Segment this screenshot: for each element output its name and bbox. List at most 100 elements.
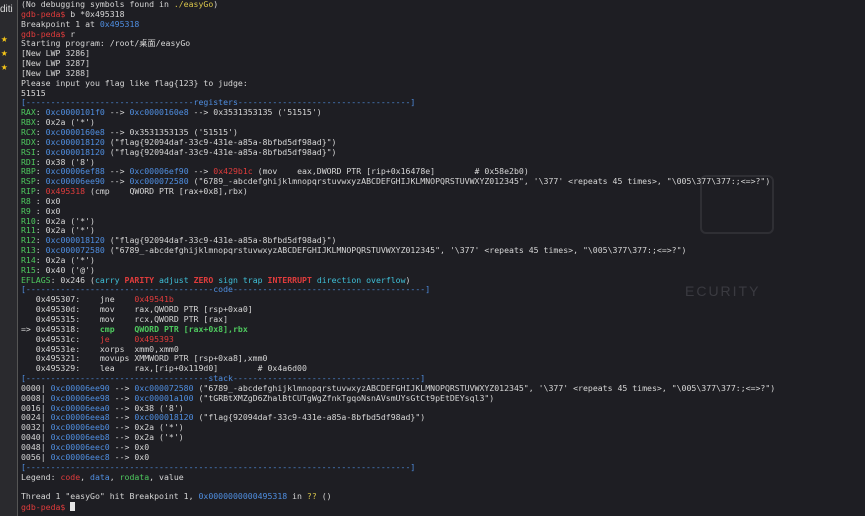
log-line: Please input you flag like flag{123} to … xyxy=(21,78,865,89)
terminal-text: gdb-peda$ xyxy=(21,8,66,19)
terminal-text: 0xc000072580 xyxy=(129,176,189,187)
terminal-text: (cmp QWORD PTR [rax+0x8],rbx) xyxy=(85,186,248,197)
terminal-text: 0048| xyxy=(21,441,51,452)
terminal-text: gdb-peda$ xyxy=(21,28,66,39)
terminal-text: EFLAGS xyxy=(21,274,51,285)
register-line: RIP: 0x495318 (cmp QWORD PTR [rax+0x8],r… xyxy=(21,186,865,197)
register-line: RSI: 0xc000018120 ("flag{92094daf-33c9-4… xyxy=(21,146,865,158)
terminal-text: [New LWP 3288] xyxy=(21,67,91,78)
prompt-line: gdb-peda$ xyxy=(21,502,865,512)
terminal-text: 0x495393 xyxy=(134,333,174,344)
terminal-text: [-------------------------------------- xyxy=(21,284,214,295)
terminal-text: 0000| xyxy=(21,382,51,393)
terminal-text: 0xc0000101f0 xyxy=(45,107,105,118)
terminal-text: r xyxy=(65,28,76,39)
terminal-text: ("flag{92094daf-33c9-431e-a85a-8bfbd5df9… xyxy=(104,136,337,147)
terminal-text: : xyxy=(35,166,46,177)
terminal-text: : xyxy=(35,176,46,187)
terminal-text: code xyxy=(213,284,233,295)
terminal-text: RCX xyxy=(21,126,36,137)
terminal-text: RSP xyxy=(21,176,36,187)
terminal-output[interactable]: (No debugging symbols found in ./easyGo)… xyxy=(21,0,865,516)
terminal-text: 0xc000018120 xyxy=(45,136,105,147)
terminal-text: --> xyxy=(109,392,135,403)
terminal-text: ./easyGo xyxy=(173,0,214,9)
terminal-text: : xyxy=(35,186,46,197)
terminal-text: ("tGRBtXMZgD6ZhalBtCUTgWgZfnkTgqoNsnAVsm… xyxy=(193,392,495,403)
terminal-text: : 0x2a ('*') xyxy=(35,225,95,236)
terminal-text: [New LWP 3286] xyxy=(21,48,91,59)
prompt-line: gdb-peda$ b *0x495318 xyxy=(21,8,865,20)
terminal-text: : xyxy=(35,107,46,118)
terminal-text: --> 0x0 xyxy=(109,451,150,462)
terminal-text: --> 0x0 xyxy=(109,441,150,452)
terminal-text: 0032| xyxy=(21,422,51,433)
terminal-text: cmp QWORD PTR [rax+0x8],rbx xyxy=(99,323,248,334)
register-line: R10: 0x2a ('*') xyxy=(21,215,865,227)
terminal-text: : 0x246 ( xyxy=(50,274,95,285)
terminal-text: 0xc0000160e8 xyxy=(129,107,189,118)
terminal-text: sign trap xyxy=(218,274,268,285)
terminal-text: ) xyxy=(213,0,219,9)
terminal-text: Thread 1 "easyGo" hit Breakpoint 1, xyxy=(21,491,199,502)
terminal-text: R8 xyxy=(21,195,31,206)
terminal-text: : 0x2a ('*') xyxy=(35,215,95,226)
terminal-text: 0x495318 xyxy=(45,186,86,197)
terminal-text: 0040| xyxy=(21,432,51,443)
divider xyxy=(17,0,18,516)
terminal-text: Legend: xyxy=(21,471,61,482)
terminal-text: 0x495307: jne xyxy=(21,294,135,305)
terminal-text: RBP xyxy=(21,166,36,177)
star-icon[interactable]: ★ xyxy=(1,60,8,73)
terminal-text: --------------------------------------] xyxy=(232,373,426,384)
terminal-text: 0x49531e: xorps xmm0,xmm0 xyxy=(21,343,179,354)
terminal-text: 0xc00006eec8 xyxy=(50,451,110,462)
terminal-text: => 0x495318: xyxy=(21,323,100,334)
terminal-text: 0xc00006ef90 xyxy=(129,166,189,177)
terminal-text: 0xc000072580 xyxy=(134,382,194,393)
terminal-text: RIP xyxy=(21,186,36,197)
terminal-text: Starting program: /root/桌面/easyGo xyxy=(21,38,191,49)
terminal-text: ---------------------------------------] xyxy=(232,284,431,295)
terminal-text: -----------------------------------] xyxy=(237,97,416,108)
terminal-text: 0x429b1c xyxy=(213,166,253,177)
terminal-text: RAX xyxy=(21,107,36,118)
star-icon[interactable]: ★ xyxy=(1,46,8,59)
terminal-text: : xyxy=(35,245,46,256)
terminal-text: R15 xyxy=(21,264,36,275)
terminal-text: R13 xyxy=(21,245,36,256)
terminal-text: RBX xyxy=(21,117,36,128)
terminal-text: 0xc000018120 xyxy=(45,235,105,246)
terminal-text: 0xc000018120 xyxy=(45,146,105,157)
terminal-text: --> xyxy=(109,382,135,393)
log-line: [New LWP 3287] xyxy=(21,58,865,69)
terminal-text: ZERO xyxy=(193,274,219,285)
register-line: R13: 0xc000072580 ("6789_-abcdefghijklmn… xyxy=(21,245,865,256)
terminal-text: ?? xyxy=(306,491,317,502)
terminal-text: --> 0x38 ('8') xyxy=(109,402,184,413)
terminal-text: --> xyxy=(104,166,130,177)
register-line: R9 : 0x0 xyxy=(21,206,865,217)
cursor[interactable] xyxy=(70,502,76,512)
terminal-text: (mov eax,DWORD PTR [rip+0x16478e] # 0x58… xyxy=(252,166,529,177)
terminal-text: 51515 xyxy=(21,87,46,98)
terminal-text: 0xc00006eeb0 xyxy=(50,422,110,433)
terminal-text: R14 xyxy=(21,254,36,265)
terminal-text: , xyxy=(109,471,120,482)
terminal-text: [New LWP 3287] xyxy=(21,58,91,69)
terminal-text: ("6789_-abcdefghijklmnopqrstuvwxyzABCDEF… xyxy=(104,245,687,256)
terminal-text: 0008| xyxy=(21,392,51,403)
star-icon[interactable]: ★ xyxy=(1,32,8,45)
sidebar-cut-text: diti xyxy=(0,4,13,15)
terminal-text: ("6789_-abcdefghijklmnopqrstuvwxyzABCDEF… xyxy=(193,382,776,393)
terminal-text: , xyxy=(80,471,91,482)
terminal-text: : xyxy=(35,126,46,137)
terminal-text: ("flag{92094daf-33c9-431e-a85a-8bfbd5df9… xyxy=(104,146,337,157)
terminal-text: ("flag{92094daf-33c9-431e-a85a-8bfbd5df9… xyxy=(104,235,337,246)
terminal-text: 0024| xyxy=(21,412,51,423)
terminal-text: 0xc00001a100 xyxy=(134,392,194,403)
terminal-text: RDI xyxy=(21,156,36,167)
terminal-text: INTERRUPT xyxy=(267,274,317,285)
terminal-text: 0xc00006ee90 xyxy=(50,382,110,393)
log-line: Thread 1 "easyGo" hit Breakpoint 1, 0x00… xyxy=(21,491,865,502)
